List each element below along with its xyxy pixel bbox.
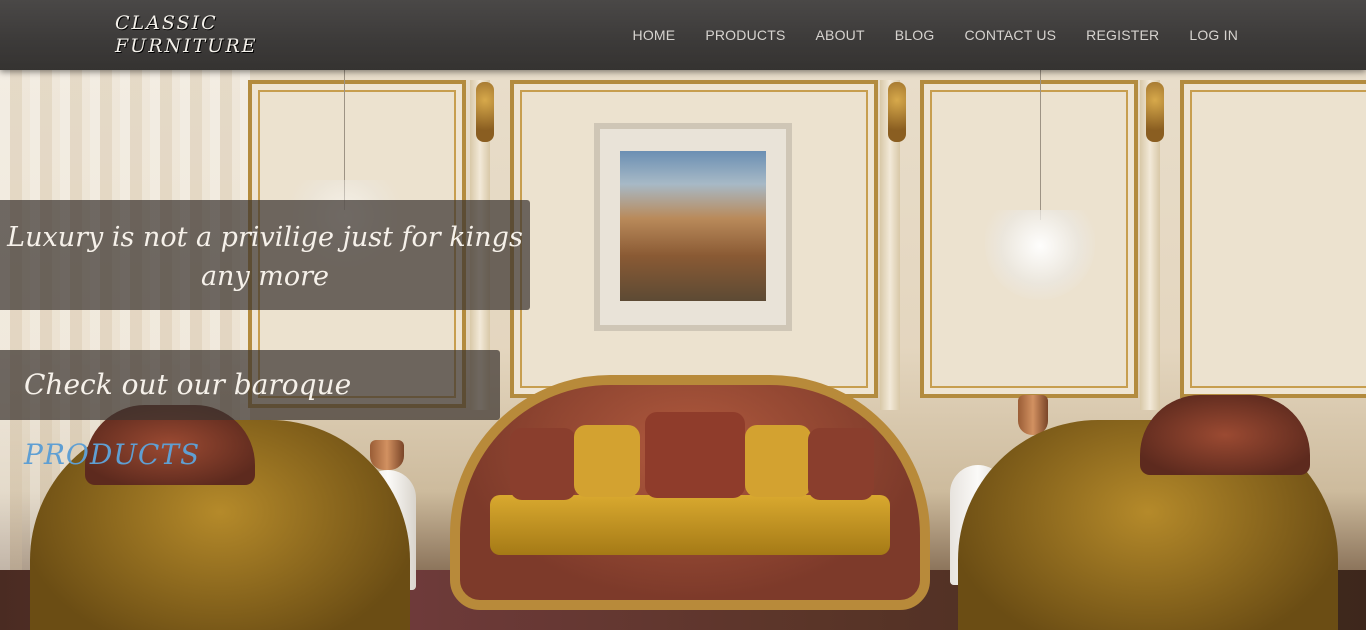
cushion <box>510 428 576 500</box>
nav-products[interactable]: PRODUCTS <box>705 27 785 43</box>
chandelier-wire <box>1040 70 1041 220</box>
navbar: CLASSIC FURNITURE HOME PRODUCTS ABOUT BL… <box>0 0 1366 70</box>
gold-ornament <box>476 82 494 142</box>
cushion <box>574 425 640 497</box>
nav-blog[interactable]: BLOG <box>895 27 935 43</box>
hero-cta-text: Check out our baroque <box>24 368 352 401</box>
hero-cta-box: Check out our baroque PRODUCTS <box>0 350 500 471</box>
nav-contact-us[interactable]: CONTACT US <box>964 27 1056 43</box>
painting-canvas <box>620 151 766 301</box>
vase <box>1018 395 1048 435</box>
framed-painting <box>594 123 792 331</box>
hero-tagline-box: Luxury is not a privilige just for kings… <box>0 200 530 310</box>
nav-about[interactable]: ABOUT <box>816 27 865 43</box>
products-link[interactable]: PRODUCTS <box>24 438 200 471</box>
cushion <box>808 428 874 500</box>
hero-tagline: Luxury is not a privilige just for kings… <box>7 222 523 292</box>
cushion <box>645 412 745 498</box>
sofa-seat <box>490 495 890 555</box>
nav-log-in[interactable]: LOG IN <box>1189 27 1238 43</box>
armchair-back <box>1140 395 1310 475</box>
nav-register[interactable]: REGISTER <box>1086 27 1159 43</box>
hero-background <box>0 0 1366 630</box>
cushion <box>745 425 811 497</box>
gold-ornament <box>888 82 906 142</box>
wall-panel <box>1180 80 1366 398</box>
main-nav: HOME PRODUCTS ABOUT BLOG CONTACT US REGI… <box>633 0 1238 70</box>
vase <box>370 440 404 470</box>
nav-home[interactable]: HOME <box>633 27 676 43</box>
site-logo[interactable]: CLASSIC FURNITURE <box>115 12 275 58</box>
gold-ornament <box>1146 82 1164 142</box>
